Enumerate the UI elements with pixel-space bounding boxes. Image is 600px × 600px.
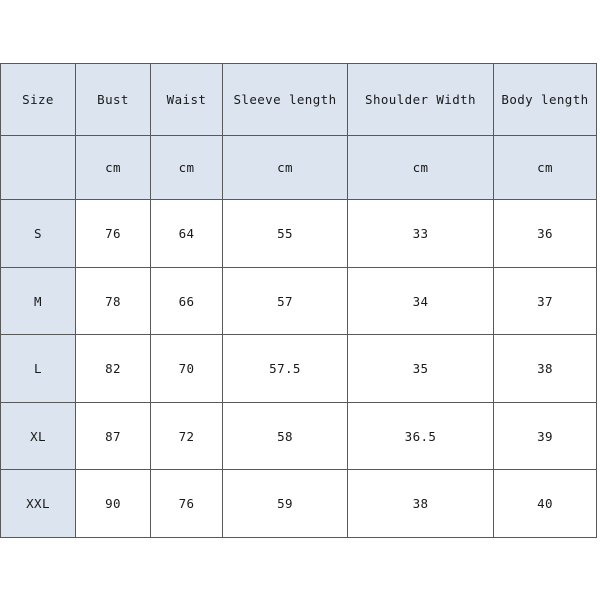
cell-shoulder-width: 38 <box>347 469 494 538</box>
cell-bust: 82 <box>75 334 151 403</box>
cell-shoulder-width: 33 <box>347 199 494 268</box>
unit-cell-shoulder-width: cm <box>347 134 494 201</box>
cell-sleeve-length: 57.5 <box>222 334 348 403</box>
cell-size: S <box>0 199 76 268</box>
cell-shoulder-width: 34 <box>347 266 494 336</box>
table-row: S 76 64 55 33 36 <box>0 199 597 268</box>
header-row: Size Bust Waist Sleeve length Shoulder W… <box>0 63 597 136</box>
unit-cell-sleeve-length: cm <box>222 134 348 201</box>
unit-cell-size <box>0 134 76 201</box>
cell-waist: 64 <box>150 199 223 268</box>
cell-shoulder-width: 35 <box>347 334 494 403</box>
cell-body-length: 40 <box>493 469 597 538</box>
cell-bust: 87 <box>75 401 151 471</box>
cell-body-length: 39 <box>493 401 597 471</box>
column-header-body-length: Body length <box>493 63 597 136</box>
table-body: cm cm cm cm cm S 76 64 55 33 36 M 78 66 … <box>0 134 597 538</box>
table-row: XXL 90 76 59 38 40 <box>0 469 597 538</box>
size-chart-container: Size Bust Waist Sleeve length Shoulder W… <box>0 63 597 538</box>
table-header: Size Bust Waist Sleeve length Shoulder W… <box>0 63 597 136</box>
cell-waist: 70 <box>150 334 223 403</box>
table-row: L 82 70 57.5 35 38 <box>0 334 597 403</box>
table-row: XL 87 72 58 36.5 39 <box>0 401 597 471</box>
cell-waist: 72 <box>150 401 223 471</box>
cell-size: XXL <box>0 469 76 538</box>
cell-sleeve-length: 57 <box>222 266 348 336</box>
unit-cell-body-length: cm <box>493 134 597 201</box>
column-header-shoulder-width: Shoulder Width <box>347 63 494 136</box>
cell-bust: 78 <box>75 266 151 336</box>
unit-cell-waist: cm <box>150 134 223 201</box>
cell-sleeve-length: 59 <box>222 469 348 538</box>
cell-size: L <box>0 334 76 403</box>
column-header-sleeve-length: Sleeve length <box>222 63 348 136</box>
cell-bust: 76 <box>75 199 151 268</box>
unit-row: cm cm cm cm cm <box>0 134 597 201</box>
cell-body-length: 37 <box>493 266 597 336</box>
cell-body-length: 36 <box>493 199 597 268</box>
cell-waist: 76 <box>150 469 223 538</box>
cell-waist: 66 <box>150 266 223 336</box>
column-header-waist: Waist <box>150 63 223 136</box>
size-chart-table: Size Bust Waist Sleeve length Shoulder W… <box>0 63 597 538</box>
cell-shoulder-width: 36.5 <box>347 401 494 471</box>
cell-sleeve-length: 55 <box>222 199 348 268</box>
cell-sleeve-length: 58 <box>222 401 348 471</box>
unit-cell-bust: cm <box>75 134 151 201</box>
column-header-bust: Bust <box>75 63 151 136</box>
cell-body-length: 38 <box>493 334 597 403</box>
cell-size: XL <box>0 401 76 471</box>
cell-size: M <box>0 266 76 336</box>
table-row: M 78 66 57 34 37 <box>0 266 597 336</box>
column-header-size: Size <box>0 63 76 136</box>
cell-bust: 90 <box>75 469 151 538</box>
